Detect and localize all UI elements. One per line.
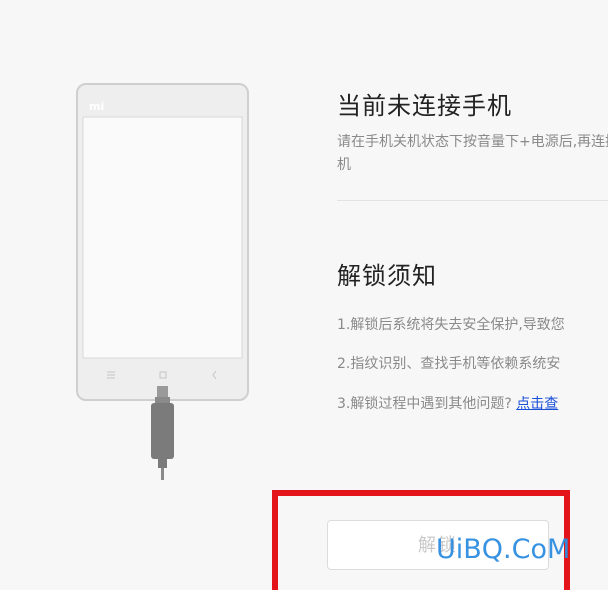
notice-item-2: 2.指纹识别、查找手机等依赖系统安 xyxy=(337,356,561,372)
brand-logo: mi xyxy=(89,100,104,113)
watermark: UiBQ.CoM xyxy=(436,534,571,565)
phone-illustration: mi xyxy=(0,0,260,500)
connection-status-title: 当前未连接手机 xyxy=(337,92,512,120)
phone-screen xyxy=(82,116,243,359)
section-divider xyxy=(337,200,608,201)
notice-item-3: 3.解锁过程中遇到其他问题? 点击查 xyxy=(337,393,558,413)
help-link[interactable]: 点击查 xyxy=(516,396,558,412)
notice-item-1: 1.解锁后系统将失去安全保护,导致您 xyxy=(337,317,565,333)
connection-instructions: 请在手机关机状态下按音量下+电源后,再连接手机 xyxy=(337,134,608,173)
unlock-notice-title: 解锁须知 xyxy=(337,262,437,290)
notice-item-3-text: 3.解锁过程中遇到其他问题? xyxy=(337,396,512,412)
